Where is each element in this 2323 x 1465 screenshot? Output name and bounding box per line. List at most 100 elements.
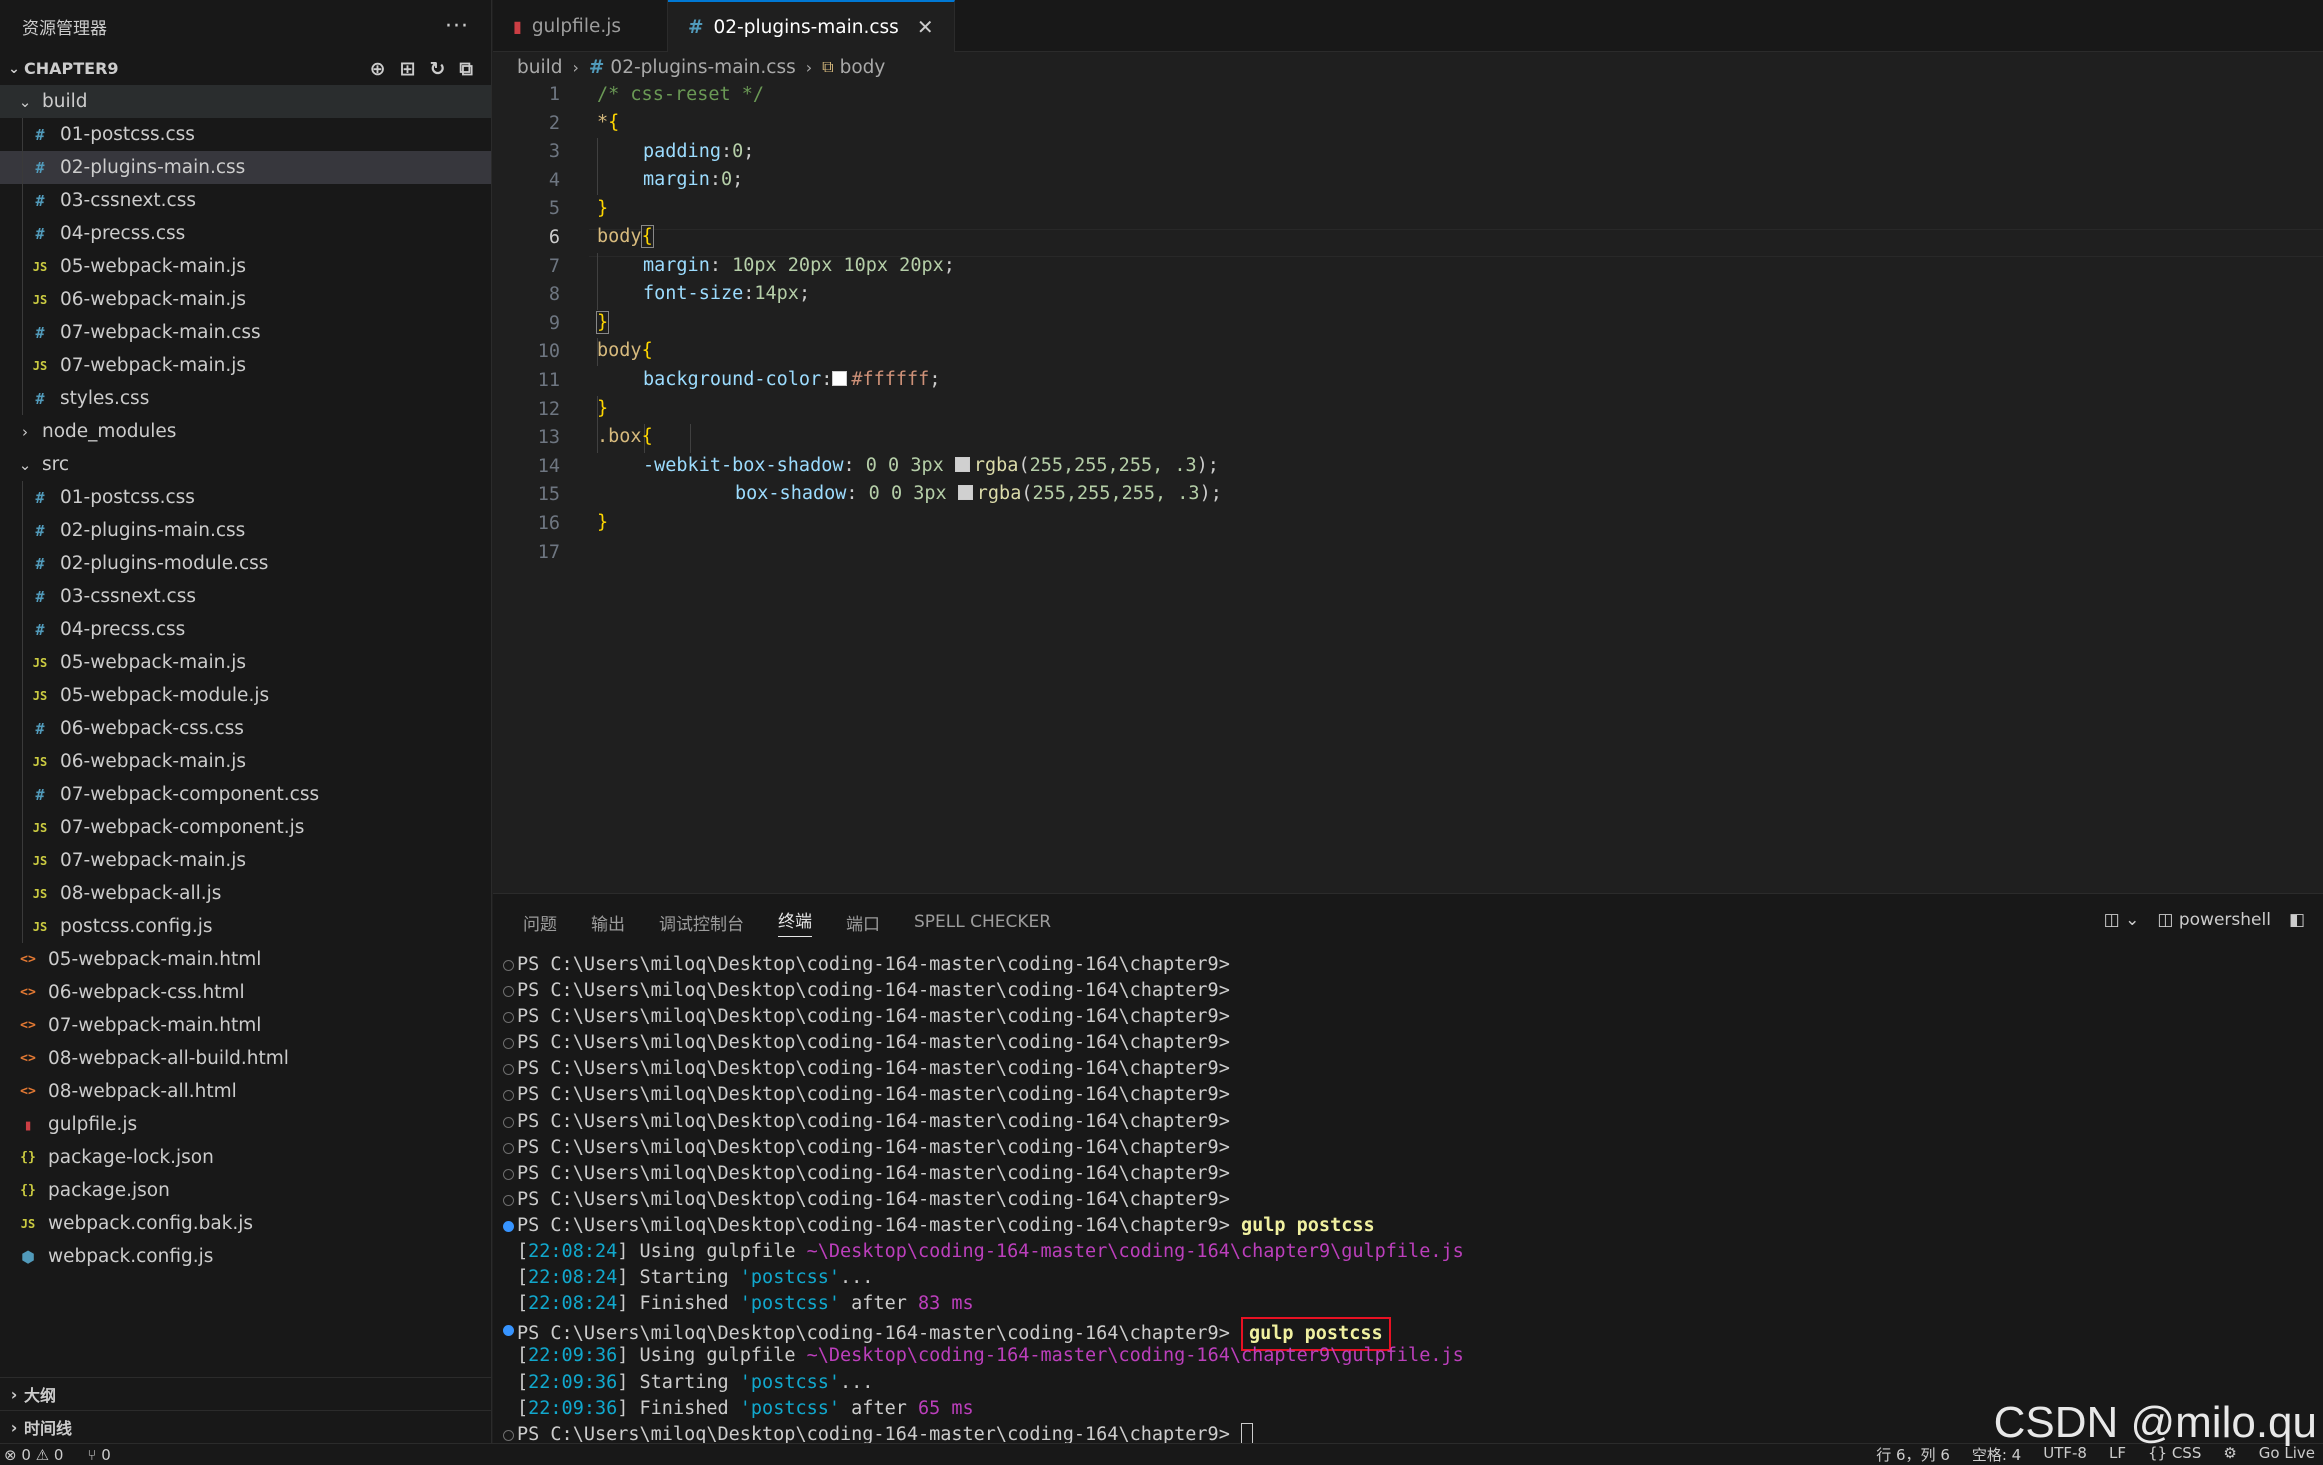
color-swatch-icon[interactable] [957,485,973,500]
command-decoration-icon[interactable] [503,1429,514,1441]
html-file-icon: <> [20,1051,36,1066]
file-item[interactable]: JS 06-webpack-main.js [0,283,491,316]
tab-output[interactable]: 输出 [591,910,625,935]
workspace-section-header[interactable]: ⌄ CHAPTER9 ⊕ ⊞ ↻ ⧉ [0,52,491,85]
file-item[interactable]: #03-cssnext.css [0,580,491,613]
file-tree: ⌄ build #01-postcss.css #02-plugins-main.cs… [0,85,491,1273]
file-item[interactable]: <> 07-webpack-main.html [0,1009,491,1042]
file-item[interactable]: #03-cssnext.css [0,184,491,217]
file-item[interactable]: #07-webpack-component.css [0,778,491,811]
file-item[interactable]: <> 08-webpack-all-build.html [0,1042,491,1075]
problems-indicator[interactable]: ⊗ 0 ⚠ 0 [4,1446,63,1464]
file-label: 04-precss.css [60,223,186,244]
color-swatch-icon[interactable] [832,371,848,386]
file-item[interactable]: JS 07-webpack-main.js [0,844,491,877]
command-decoration-icon[interactable] [503,1038,514,1050]
file-item[interactable]: {} package-lock.json [0,1141,491,1174]
cursor-position[interactable]: 行 6，列 6 [1876,1444,1950,1465]
command-decoration-icon[interactable] [503,1116,514,1128]
command-decoration-icon[interactable] [503,1090,514,1102]
file-item[interactable]: #04-precss.css [0,217,491,250]
file-item[interactable]: #01-postcss.css [0,118,491,151]
code-line-3: padding:0; [643,141,755,162]
file-item[interactable]: ⬢ webpack.config.js [0,1240,491,1273]
css-file-icon: # [35,620,45,639]
file-item[interactable]: JS 08-webpack-all.js [0,877,491,910]
command-decoration-icon[interactable] [503,960,514,971]
command-decoration-icon[interactable] [503,1142,514,1154]
file-item[interactable]: <> 06-webpack-css.html [0,976,491,1009]
new-folder-icon[interactable]: ⊞ [400,58,416,80]
folder-item[interactable]: ⌄ src [0,448,491,481]
tab-spell-checker[interactable]: SPELL CHECKER [914,912,1051,932]
toggle-layout-icon[interactable]: ◧ [2289,910,2305,930]
collapse-all-icon[interactable]: ⧉ [459,58,473,80]
css-file-icon: # [35,554,45,573]
code-editor[interactable]: 1 2 3 4 5 6 7 8 9 10 11 12 13 14 15 16 17 /* css-reset *… [493,82,2323,892]
tab-ports[interactable]: 端口 [846,910,880,935]
code-line-5: } [597,198,609,219]
folder-item[interactable]: ⌄ build [0,85,491,118]
file-item[interactable]: JS 07-webpack-main.js [0,349,491,382]
file-item[interactable]: <> 05-webpack-main.html [0,943,491,976]
file-item[interactable]: <> 08-webpack-all.html [0,1075,491,1108]
terminal-output[interactable]: PS C:\Users\miloq\Desktop\coding-164-mas… [503,952,2323,1448]
tab-problems[interactable]: 问题 [523,910,557,935]
file-item[interactable]: JS postcss.config.js [0,910,491,943]
more-actions-icon[interactable]: ··· [445,14,469,39]
breadcrumb-folder[interactable]: build [517,57,563,78]
breadcrumb-symbol[interactable]: body [840,57,886,78]
file-item[interactable]: #01-postcss.css [0,481,491,514]
split-terminal-icon[interactable]: ◫ ⌄ [2104,910,2140,930]
command-decoration-icon[interactable] [503,1194,514,1206]
command-decoration-icon[interactable] [503,1012,514,1024]
file-item[interactable]: #04-precss.css [0,613,491,646]
breadcrumb-file[interactable]: 02-plugins-main.css [610,57,795,78]
file-item[interactable]: #02-plugins-main.css [0,514,491,547]
folder-item[interactable]: › node_modules [0,415,491,448]
ports-indicator[interactable]: ⑂ 0 [87,1446,110,1464]
file-item[interactable]: ▮ gulpfile.js [0,1108,491,1141]
chevron-right-icon: › [22,422,28,441]
close-icon[interactable]: ✕ [917,15,934,39]
file-item[interactable]: # styles.css [0,382,491,415]
tab-gulpfile[interactable]: ▮ gulpfile.js [493,0,668,52]
command-decoration-icon[interactable] [503,1220,514,1232]
css-file-icon: # [35,158,45,177]
new-file-icon[interactable]: ⊕ [370,58,386,80]
file-item[interactable]: JS 05-webpack-main.js [0,250,491,283]
bottom-panel: 问题 输出 调试控制台 终端 端口 SPELL CHECKER ◫ ⌄ ◫ po… [493,893,2323,1447]
terminal-instance[interactable]: ◫ powershell [2157,910,2271,930]
file-item[interactable]: {} package.json [0,1174,491,1207]
terminal-line: [22:08:24] Using gulpfile ~\Desktop\codi… [517,1241,1464,1263]
file-item[interactable]: JS webpack.config.bak.js [0,1207,491,1240]
tab-terminal[interactable]: 终端 [778,907,812,937]
file-item[interactable]: JS 05-webpack-module.js [0,679,491,712]
file-label: 07-webpack-main.js [60,850,246,871]
css-file-icon: # [35,488,45,507]
timeline-label: 时间线 [24,1419,73,1438]
command-decoration-icon[interactable] [503,1064,514,1076]
file-item[interactable]: #02-plugins-main.css [0,151,491,184]
refresh-icon[interactable]: ↻ [430,58,446,80]
timeline-section[interactable]: › 时间线 [0,1410,492,1443]
file-item[interactable]: JS 05-webpack-main.js [0,646,491,679]
outline-section[interactable]: › 大纲 [0,1377,492,1410]
file-item[interactable]: JS 06-webpack-main.js [0,745,491,778]
file-item[interactable]: #02-plugins-module.css [0,547,491,580]
file-label: 08-webpack-all.js [60,883,222,904]
file-item[interactable]: #07-webpack-main.css [0,316,491,349]
file-label: 01-postcss.css [60,487,195,508]
file-item[interactable]: #06-webpack-css.css [0,712,491,745]
tab-debug-console[interactable]: 调试控制台 [659,910,744,935]
file-label: postcss.config.js [60,916,213,937]
command-decoration-icon[interactable] [503,1325,514,1337]
current-line-highlight [589,229,2323,257]
tab-plugins-main-css[interactable]: # 02-plugins-main.css ✕ [668,0,955,52]
color-swatch-icon[interactable] [954,457,970,472]
prompt: PS C:\Users\miloq\Desktop\coding-164-mas… [517,1032,1230,1054]
js-file-icon: JS [32,853,48,868]
command-decoration-icon[interactable] [503,1168,514,1180]
file-item[interactable]: JS 07-webpack-component.js [0,811,491,844]
command-decoration-icon[interactable] [503,986,514,998]
